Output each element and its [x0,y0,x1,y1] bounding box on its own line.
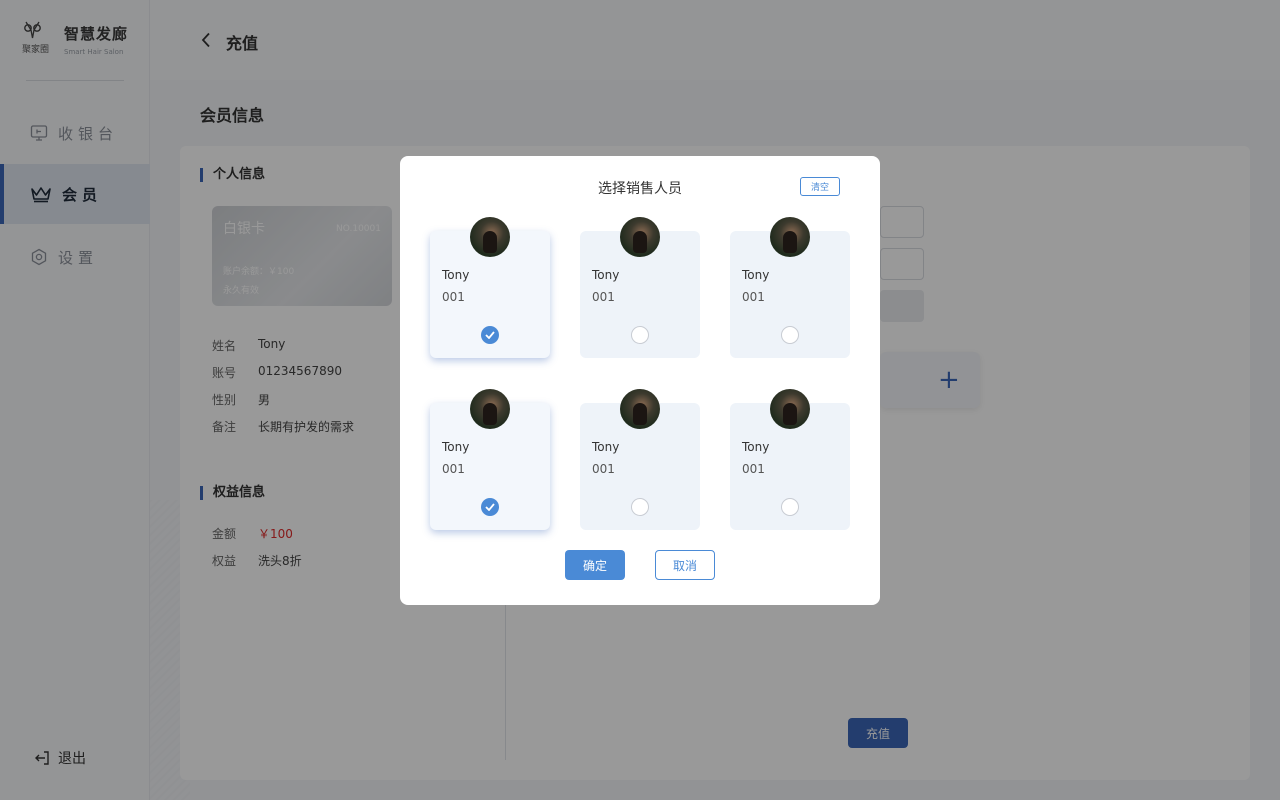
select-sales-modal: 选择销售人员 清空 Tony 001 Tony 001 Tony 001 Ton… [400,156,880,605]
staff-radio[interactable] [481,498,499,516]
staff-name: Tony [592,440,620,454]
staff-card[interactable]: Tony 001 [430,389,550,530]
staff-card[interactable]: Tony 001 [730,217,850,358]
staff-id: 001 [442,462,465,476]
staff-radio[interactable] [781,326,799,344]
staff-name: Tony [742,440,770,454]
staff-id: 001 [592,290,615,304]
avatar [620,217,660,257]
staff-card[interactable]: Tony 001 [430,217,550,358]
cancel-button[interactable]: 取消 [655,550,715,580]
staff-card[interactable]: Tony 001 [580,217,700,358]
check-icon [485,331,495,339]
confirm-button[interactable]: 确定 [565,550,625,580]
staff-id: 001 [742,462,765,476]
staff-id: 001 [592,462,615,476]
staff-card[interactable]: Tony 001 [580,389,700,530]
staff-name: Tony [592,268,620,282]
staff-name: Tony [742,268,770,282]
staff-radio[interactable] [631,498,649,516]
staff-radio[interactable] [481,326,499,344]
staff-radio[interactable] [631,326,649,344]
avatar [770,217,810,257]
check-icon [485,503,495,511]
avatar [470,217,510,257]
staff-name: Tony [442,268,470,282]
avatar [620,389,660,429]
staff-name: Tony [442,440,470,454]
staff-id: 001 [442,290,465,304]
avatar [470,389,510,429]
staff-card[interactable]: Tony 001 [730,389,850,530]
avatar [770,389,810,429]
staff-id: 001 [742,290,765,304]
clear-button[interactable]: 清空 [800,177,840,196]
staff-radio[interactable] [781,498,799,516]
